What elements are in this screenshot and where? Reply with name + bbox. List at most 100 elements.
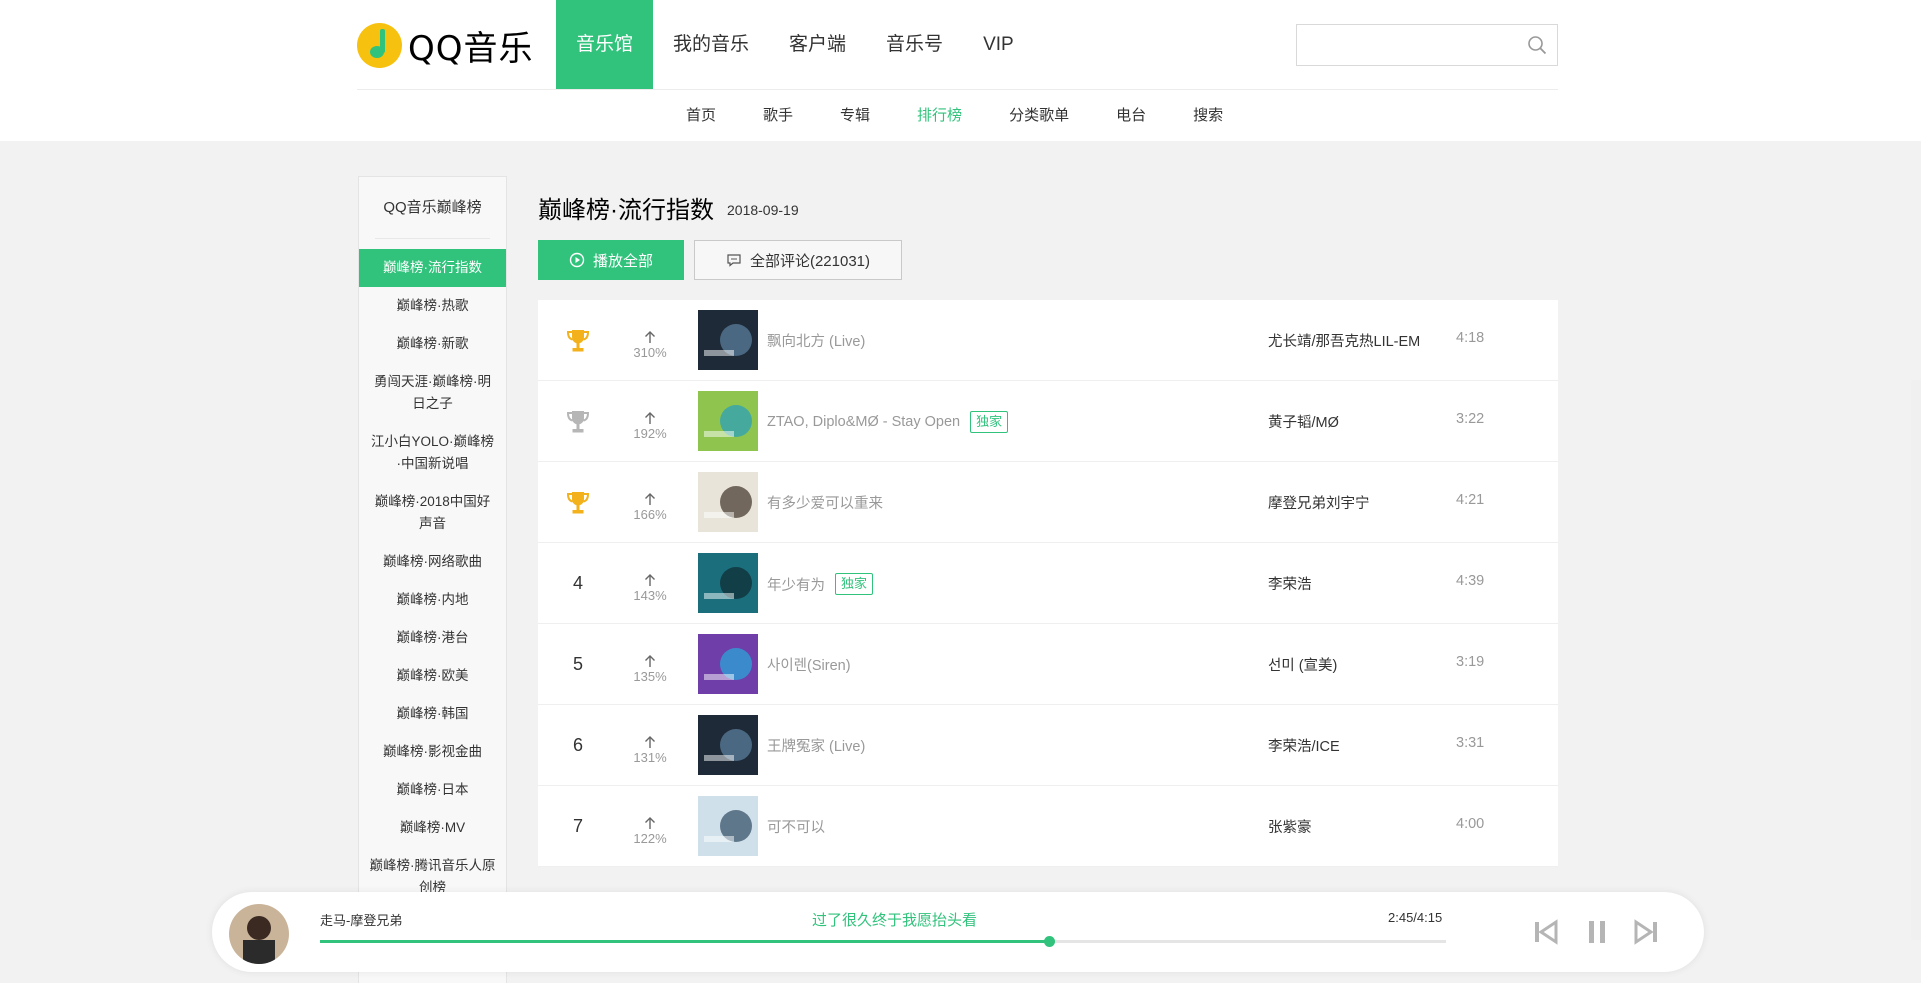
nav-item-4[interactable]: VIP xyxy=(963,0,1034,89)
subnav-item-2[interactable]: 专辑 xyxy=(840,90,870,140)
trophy-icon xyxy=(566,410,590,432)
song-title[interactable]: 사이렌(Siren) xyxy=(767,654,851,675)
rank-change-percent: 131% xyxy=(633,750,667,765)
song-cover[interactable] xyxy=(698,634,758,694)
search-box[interactable] xyxy=(1296,24,1558,66)
sidebar-item-12[interactable]: 巅峰榜·日本 xyxy=(359,771,506,809)
sidebar-item-7[interactable]: 巅峰榜·内地 xyxy=(359,581,506,619)
search-icon[interactable] xyxy=(1527,35,1547,55)
progress-fill xyxy=(320,940,1049,943)
sidebar-item-4[interactable]: 江小白YOLO·巅峰榜·中国新说唱 xyxy=(359,423,506,483)
mini-player: 走马-摩登兄弟 过了很久终于我愿抬头看 2:45/4:15 xyxy=(212,892,1704,972)
song-title[interactable]: 有多少爱可以重来 xyxy=(767,492,883,513)
rank-change: 192% xyxy=(620,411,680,441)
song-row[interactable]: 4 143% 年少有为 独家 李荣浩 4:39 xyxy=(538,543,1558,624)
arrow-up-icon xyxy=(645,655,655,667)
song-title-text[interactable]: 王牌冤家 (Live) xyxy=(767,735,865,756)
header-bar: QQ音乐 音乐馆 我的音乐 客户端 音乐号 VIP xyxy=(357,0,1558,90)
sidebar-item-10[interactable]: 巅峰榜·韩国 xyxy=(359,695,506,733)
song-row[interactable]: 6 131% 王牌冤家 (Live) 李荣浩/ICE 3:31 xyxy=(538,705,1558,786)
search-input[interactable] xyxy=(1297,25,1517,65)
song-title[interactable]: 王牌冤家 (Live) xyxy=(767,735,865,756)
logo[interactable]: QQ音乐 xyxy=(357,22,534,69)
subnav-item-4[interactable]: 分类歌单 xyxy=(1009,90,1069,140)
album-cover-icon xyxy=(698,796,758,856)
rank-change: 135% xyxy=(620,654,680,684)
rank-change: 122% xyxy=(620,816,680,846)
song-duration: 3:19 xyxy=(1456,654,1485,670)
song-title[interactable]: 年少有为 独家 xyxy=(767,573,874,595)
subnav-item-0[interactable]: 首页 xyxy=(686,90,716,140)
nav-item-0[interactable]: 音乐馆 xyxy=(556,0,654,89)
song-duration: 4:18 xyxy=(1456,330,1485,346)
sidebar-item-13[interactable]: 巅峰榜·MV xyxy=(359,809,506,847)
toplist-date: 2018-09-19 xyxy=(727,202,799,218)
song-singer[interactable]: 선미 (宣美) xyxy=(1268,654,1337,675)
song-title-text[interactable]: 飘向北方 (Live) xyxy=(767,330,865,351)
sidebar-item-1[interactable]: 巅峰榜·热歌 xyxy=(359,287,506,325)
sidebar-item-9[interactable]: 巅峰榜·欧美 xyxy=(359,657,506,695)
sidebar-item-8[interactable]: 巅峰榜·港台 xyxy=(359,619,506,657)
arrow-up-icon xyxy=(645,574,655,586)
song-row[interactable]: 7 122% 可不可以 张紫豪 4:00 xyxy=(538,786,1558,867)
sidebar-item-2[interactable]: 巅峰榜·新歌 xyxy=(359,325,506,363)
rank-change: 166% xyxy=(620,492,680,522)
subnav-item-6[interactable]: 搜索 xyxy=(1193,90,1223,140)
rank-change-percent: 310% xyxy=(633,345,667,360)
song-row[interactable]: 192% ZTAO, Diplo&MØ - Stay Open 独家 黄子韬/MØ 3:… xyxy=(538,381,1558,462)
song-singer[interactable]: 李荣浩/ICE xyxy=(1268,735,1340,756)
play-all-label: 播放全部 xyxy=(592,252,653,270)
song-singer[interactable]: 尤长靖/那吾克热LIL-EM xyxy=(1268,330,1420,351)
sidebar-item-5[interactable]: 巅峰榜·2018中国好声音 xyxy=(359,483,506,543)
song-title-text[interactable]: 사이렌(Siren) xyxy=(767,654,851,675)
sidebar-item-3[interactable]: 勇闯天涯·巅峰榜·明日之子 xyxy=(359,363,506,423)
song-row[interactable]: 310% 飘向北方 (Live) 尤长靖/那吾克热LIL-EM 4:18 xyxy=(538,300,1558,381)
exclusive-badge: 独家 xyxy=(835,573,874,595)
sidebar-item-11[interactable]: 巅峰榜·影视金曲 xyxy=(359,733,506,771)
song-cover[interactable] xyxy=(698,715,758,775)
song-singer[interactable]: 李荣浩 xyxy=(1268,573,1312,594)
album-cover-icon xyxy=(698,553,758,613)
sidebar-item-6[interactable]: 巅峰榜·网络歌曲 xyxy=(359,543,506,581)
song-title-text[interactable]: 可不可以 xyxy=(767,816,825,837)
song-singer[interactable]: 摩登兄弟刘宇宁 xyxy=(1268,492,1370,513)
song-cover[interactable] xyxy=(698,472,758,532)
song-row[interactable]: 5 135% 사이렌(Siren) 선미 (宣美) 3:19 xyxy=(538,624,1558,705)
song-singer[interactable]: 黄子韬/MØ xyxy=(1268,411,1339,432)
pause-icon[interactable] xyxy=(1582,917,1612,947)
song-cover[interactable] xyxy=(698,391,758,451)
album-cover-icon xyxy=(698,472,758,532)
nav-item-2[interactable]: 客户端 xyxy=(769,0,866,89)
progress-handle[interactable] xyxy=(1043,936,1055,947)
song-singer[interactable]: 张紫豪 xyxy=(1268,816,1312,837)
song-title[interactable]: 飘向北方 (Live) xyxy=(767,330,865,351)
song-title-text[interactable]: ZTAO, Diplo&MØ - Stay Open xyxy=(767,414,960,430)
song-title[interactable]: ZTAO, Diplo&MØ - Stay Open 独家 xyxy=(767,411,1009,433)
previous-track-icon[interactable] xyxy=(1530,917,1560,947)
subnav-item-1[interactable]: 歌手 xyxy=(763,90,793,140)
rank-change-percent: 166% xyxy=(633,507,667,522)
song-title-text[interactable]: 有多少爱可以重来 xyxy=(767,492,883,513)
nav-item-3[interactable]: 音乐号 xyxy=(866,0,963,89)
comments-button[interactable]: 全部评论(221031) xyxy=(694,240,902,280)
song-row[interactable]: 166% 有多少爱可以重来 摩登兄弟刘宇宁 4:21 xyxy=(538,462,1558,543)
rank-number: 5 xyxy=(572,654,583,674)
song-duration: 4:00 xyxy=(1456,816,1485,832)
song-title-text[interactable]: 年少有为 xyxy=(767,574,825,595)
song-title[interactable]: 可不可以 xyxy=(767,816,825,837)
progress-bar[interactable] xyxy=(320,936,1446,947)
subnav-item-5[interactable]: 电台 xyxy=(1116,90,1146,140)
player-time: 2:45/4:15 xyxy=(1388,910,1443,925)
song-cover[interactable] xyxy=(698,796,758,856)
song-cover[interactable] xyxy=(698,553,758,613)
player-cover[interactable] xyxy=(229,904,289,964)
subnav-item-3[interactable]: 排行榜 xyxy=(917,90,962,140)
toplist-sidebar: QQ音乐巅峰榜 巅峰榜·流行指数 巅峰榜·热歌 巅峰榜·新歌 勇闯天涯·巅峰榜·明日之… xyxy=(358,176,507,983)
play-all-button[interactable]: 播放全部 xyxy=(538,240,684,280)
sidebar-item-0[interactable]: 巅峰榜·流行指数 xyxy=(359,249,506,287)
page-scrollbar[interactable] xyxy=(1911,380,1921,940)
top-header: QQ音乐 音乐馆 我的音乐 客户端 音乐号 VIP 首页 歌手 专辑 排行榜 分类歌单 电台 搜索 xyxy=(0,0,1921,141)
next-track-icon[interactable] xyxy=(1632,917,1662,947)
nav-item-1[interactable]: 我的音乐 xyxy=(653,0,769,89)
song-cover[interactable] xyxy=(698,310,758,370)
